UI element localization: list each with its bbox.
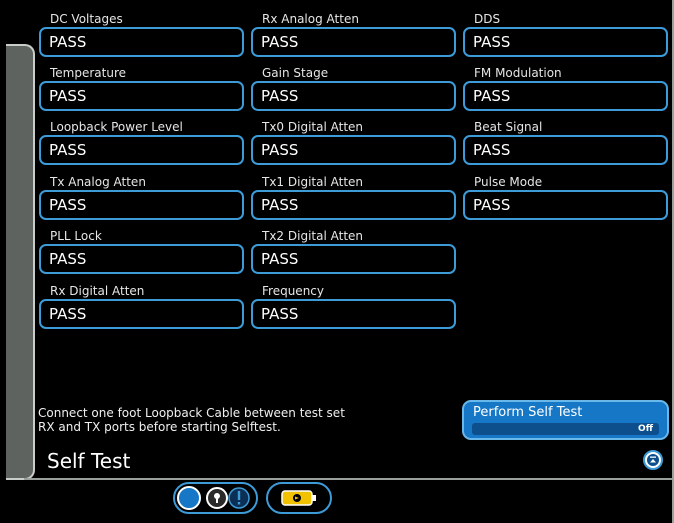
chevron-up-icon [647,454,659,466]
loopback-instruction: Connect one foot Loopback Cable between … [38,406,345,434]
mode-selector[interactable] [173,482,258,514]
test-label: PLL Lock [50,229,102,243]
instruction-line-1: Connect one foot Loopback Cable between … [38,406,345,420]
perform-self-test-toggle[interactable]: Off [472,423,659,435]
test-result: PASS [39,135,244,165]
test-label: Beat Signal [474,120,543,134]
test-result: PASS [251,135,456,165]
perform-self-test-state: Off [638,424,653,434]
test-label: Frequency [262,284,324,298]
test-label: Rx Digital Atten [50,284,145,298]
test-result: PASS [463,81,668,111]
instruction-line-2: RX and TX ports before starting Selftest… [38,420,281,434]
perform-self-test-button[interactable]: Perform Self Test Off [462,400,669,440]
test-label: Temperature [50,66,127,80]
test-result: PASS [251,299,456,329]
circle-icon [177,486,201,510]
test-result: PASS [251,27,456,57]
test-result: PASS [251,81,456,111]
test-result: PASS [39,244,244,274]
test-label: Pulse Mode [474,175,543,189]
test-result: PASS [251,190,456,220]
test-label: DDS [474,12,501,26]
bottom-divider [24,478,672,480]
test-result: PASS [251,244,456,274]
test-label: Tx0 Digital Atten [262,120,364,134]
test-label: DC Voltages [50,12,123,26]
test-result: PASS [39,190,244,220]
test-result: PASS [39,81,244,111]
test-result: PASS [463,27,668,57]
test-result: PASS [39,27,244,57]
test-label: FM Modulation [474,66,562,80]
test-label: Loopback Power Level [50,120,183,134]
test-result: PASS [463,190,668,220]
test-label: Tx2 Digital Atten [262,229,364,243]
test-label: Tx1 Digital Atten [262,175,364,189]
test-label: Rx Analog Atten [262,12,359,26]
side-panel-tab[interactable] [6,44,35,480]
test-result: PASS [39,299,244,329]
battery-button[interactable] [266,482,332,514]
test-label: Gain Stage [262,66,329,80]
mode-selector-graphic [177,486,250,510]
perform-self-test-label: Perform Self Test [473,405,583,420]
test-result: PASS [463,135,668,165]
test-label: Tx Analog Atten [50,175,146,189]
collapse-button[interactable] [643,450,663,470]
page-title: Self Test [47,449,131,473]
battery-icon [281,490,316,506]
